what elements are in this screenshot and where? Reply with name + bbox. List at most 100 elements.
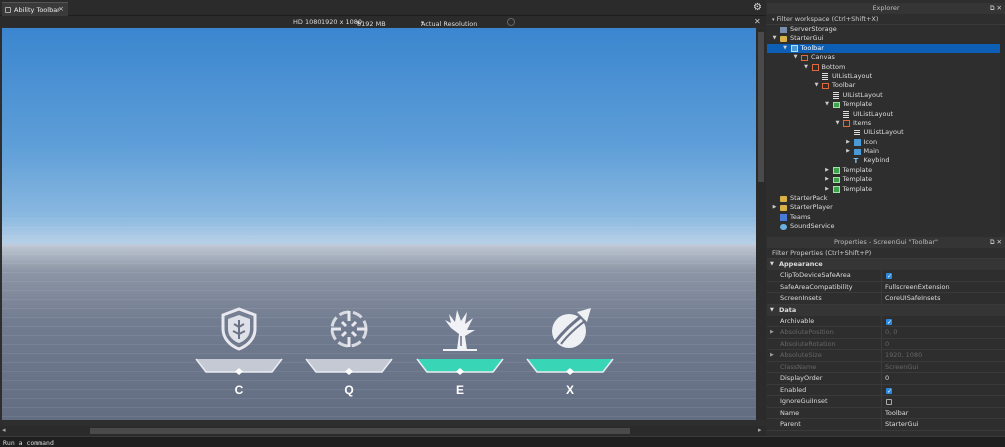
property-checkbox[interactable]	[886, 386, 892, 397]
property-checkbox[interactable]	[886, 271, 892, 283]
ability-slot[interactable]: Q	[304, 306, 394, 406]
column-divider[interactable]	[881, 281, 882, 293]
device-select[interactable]: HD 1080	[293, 18, 322, 26]
property-name: Parent	[780, 420, 801, 428]
expand-arrow-icon[interactable]: ▶	[845, 147, 852, 156]
collapse-arrow-icon[interactable]: ▼	[770, 305, 774, 316]
expand-arrow-icon[interactable]: ▶	[770, 350, 774, 362]
panel-window-icons[interactable]: ⧉ ✕	[990, 3, 1002, 14]
keybind-label: Q	[344, 383, 354, 397]
explorer-item[interactable]: ▼ Items	[767, 119, 1005, 128]
scroll-thumb[interactable]	[90, 428, 630, 434]
property-value[interactable]: Toolbar	[885, 408, 908, 420]
explorer-item[interactable]: Teams	[767, 213, 1005, 222]
explorer-item[interactable]: ▼ Template	[767, 100, 1005, 109]
shield-icon	[221, 307, 257, 351]
command-input[interactable]	[3, 438, 503, 447]
column-divider[interactable]	[881, 361, 882, 373]
column-divider[interactable]	[881, 350, 882, 361]
explorer-item[interactable]: StarterPack	[767, 194, 1005, 203]
column-divider[interactable]	[881, 407, 882, 419]
explorer-item[interactable]: UIListLayout	[767, 110, 1005, 119]
explorer-item[interactable]: T Keybind	[767, 156, 1005, 165]
column-divider[interactable]	[881, 270, 882, 281]
collapse-arrow-icon[interactable]: ▼	[813, 81, 820, 90]
gear-icon[interactable]: ⚙	[753, 3, 763, 13]
property-value[interactable]: 0	[885, 373, 889, 385]
property-section-header[interactable]: ▼ Appearance	[767, 259, 1005, 270]
frame-icon	[801, 54, 808, 62]
explorer-filter-input[interactable]	[776, 15, 977, 23]
ability-slot[interactable]: C	[194, 306, 284, 406]
scroll-left-icon[interactable]: ◂	[2, 426, 6, 434]
scroll-right-icon[interactable]: ▸	[758, 426, 762, 434]
explorer-item[interactable]: ▼ Canvas	[767, 53, 1005, 62]
collapse-arrow-icon[interactable]: ▼	[770, 259, 774, 270]
column-divider[interactable]	[881, 293, 882, 304]
explorer-item[interactable]: ▶ Template	[767, 175, 1005, 184]
explorer-item[interactable]: UIListLayout	[767, 91, 1005, 100]
explorer-item[interactable]: ▶ Main	[767, 147, 1005, 156]
property-name: ClassName	[780, 362, 817, 371]
explorer-item[interactable]: ▼ Toolbar	[767, 81, 1005, 90]
property-name: Archivable	[780, 316, 815, 325]
filter-dropdown-icon[interactable]: ▾	[772, 17, 775, 23]
explorer-item[interactable]: ▶ Icon	[767, 138, 1005, 147]
tab-ability-toolbar[interactable]: Ability Toolbar ×	[2, 2, 68, 16]
resolution-label: 1920 x 1080	[321, 18, 363, 26]
viewport-horizontal-scrollbar[interactable]: ◂ ▸	[0, 426, 766, 436]
scroll-thumb[interactable]	[758, 32, 764, 182]
viewport-vertical-scrollbar[interactable]	[756, 28, 766, 420]
column-divider[interactable]	[881, 419, 882, 430]
property-value[interactable]: CoreUISafeInsets	[885, 293, 940, 305]
explorer-scrollbar[interactable]	[1000, 25, 1005, 233]
explorer-item[interactable]: ▶ StarterPlayer	[767, 203, 1005, 212]
explorer-item[interactable]: UIListLayout	[767, 128, 1005, 137]
explorer-item[interactable]: ▶ Template	[767, 166, 1005, 175]
expand-arrow-icon[interactable]: ▶	[845, 138, 852, 147]
properties-filter-input[interactable]	[767, 249, 967, 257]
explorer-item-label: ServerStorage	[790, 25, 837, 33]
explorer-item[interactable]: SoundService	[767, 222, 1005, 231]
collapse-arrow-icon[interactable]: ▼	[771, 34, 778, 43]
close-tab-icon[interactable]: ×	[58, 5, 64, 13]
expand-arrow-icon[interactable]: ▶	[771, 203, 778, 212]
collapse-arrow-icon[interactable]: ▼	[803, 63, 810, 72]
column-divider[interactable]	[881, 373, 882, 384]
text-icon: T	[853, 156, 859, 165]
ability-slot[interactable]: E	[415, 306, 505, 406]
explorer-item-label: StarterPlayer	[790, 203, 833, 212]
property-value[interactable]: StarterGui	[885, 419, 919, 431]
panel-window-icons[interactable]: ⧉ ✕	[990, 237, 1002, 248]
column-divider[interactable]	[881, 384, 882, 396]
column-divider[interactable]	[881, 327, 882, 338]
explorer-item[interactable]: ▼ Toolbar	[767, 43, 1005, 54]
property-checkbox[interactable]	[886, 399, 892, 405]
explorer-item[interactable]: ServerStorage	[767, 25, 1005, 34]
explorer-item[interactable]: ▼ StarterGui	[767, 34, 1005, 43]
frame-icon	[843, 120, 850, 127]
explorer-item[interactable]: ▶ Template	[767, 185, 1005, 194]
collapse-arrow-icon[interactable]: ▼	[792, 53, 799, 62]
collapse-arrow-icon[interactable]: ▼	[782, 44, 789, 53]
explorer-item-label: Keybind	[863, 156, 890, 165]
ability-slot[interactable]: X	[525, 306, 615, 406]
column-divider[interactable]	[881, 396, 882, 407]
close-emulation-icon[interactable]: ✕	[754, 17, 761, 26]
expand-arrow-icon[interactable]: ▶	[824, 175, 831, 184]
property-checkbox[interactable]	[886, 317, 892, 328]
property-section-header[interactable]: ▼ Data	[767, 304, 1005, 316]
collapse-arrow-icon[interactable]: ▼	[834, 119, 841, 128]
expand-arrow-icon[interactable]: ▶	[824, 185, 831, 194]
explorer-item[interactable]: ▼ Bottom	[767, 63, 1005, 72]
collapse-arrow-icon[interactable]: ▼	[824, 100, 831, 109]
target-icon	[330, 310, 368, 348]
expand-arrow-icon[interactable]: ▶	[770, 327, 774, 339]
loading-spinner-icon	[507, 18, 515, 26]
column-divider[interactable]	[881, 315, 882, 327]
expand-arrow-icon[interactable]: ▶	[824, 166, 831, 175]
property-value[interactable]: FullscreenExtension	[885, 282, 950, 294]
explorer-item[interactable]: UIListLayout	[767, 72, 1005, 81]
game-viewport[interactable]: C Q E X	[2, 28, 756, 420]
column-divider[interactable]	[881, 338, 882, 350]
